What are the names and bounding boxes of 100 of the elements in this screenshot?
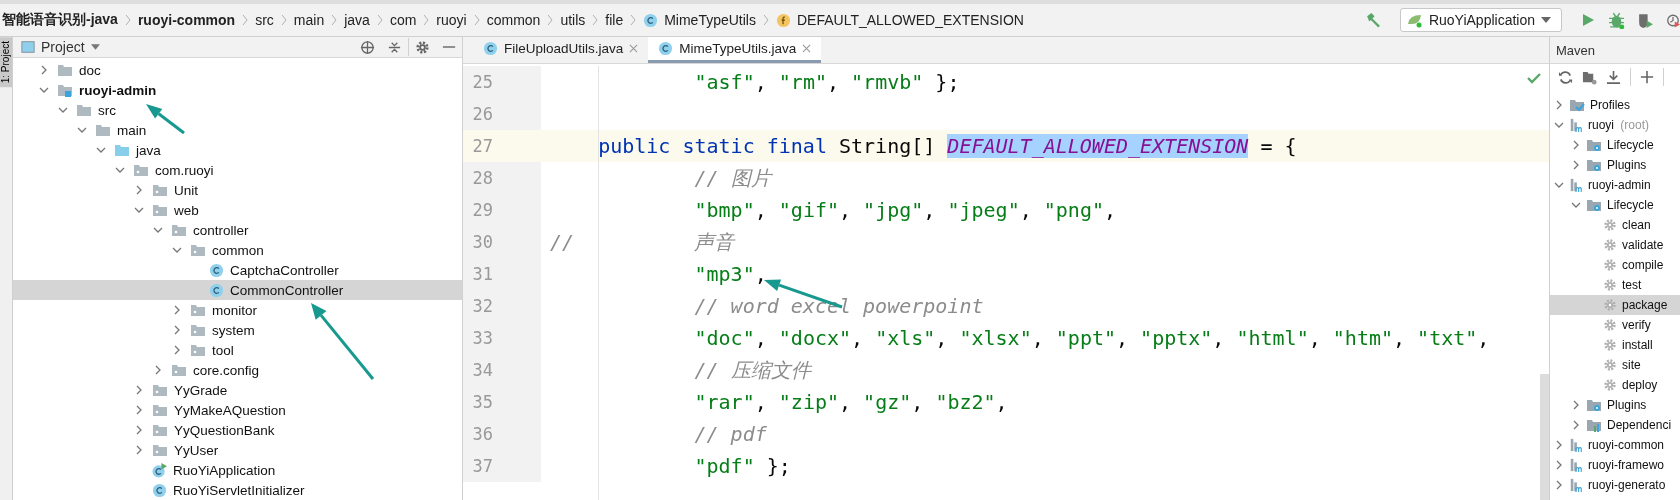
tree-item[interactable]: test [1550, 275, 1680, 295]
chevron-icon[interactable] [134, 185, 144, 195]
tree-item[interactable]: monitor [13, 300, 462, 320]
folder-icon[interactable] [1582, 69, 1597, 85]
chevron-icon[interactable] [172, 305, 182, 315]
chevron-icon[interactable] [1554, 120, 1564, 130]
bug-icon[interactable] [1608, 11, 1625, 29]
caret-icon[interactable] [90, 44, 100, 50]
tree-item[interactable]: YyUser [13, 440, 462, 460]
tree-item[interactable]: ruoyi-common [1550, 435, 1680, 455]
chevron-icon[interactable] [153, 365, 163, 375]
tree-item[interactable]: YyGrade [13, 380, 462, 400]
tree-item[interactable]: web [13, 200, 462, 220]
tree-item[interactable]: Lifecycle [1550, 135, 1680, 155]
chevron-icon[interactable] [134, 385, 144, 395]
tree-item[interactable]: Profiles [1550, 95, 1680, 115]
tree-item[interactable]: ruoyi (root) [1550, 115, 1680, 135]
tree-item[interactable]: package [1550, 295, 1680, 315]
tree-item[interactable]: validate [1550, 235, 1680, 255]
chevron-icon[interactable] [1571, 420, 1581, 430]
tree-item[interactable]: ruoyi-framewo [1550, 455, 1680, 475]
scrollbar-thumb[interactable] [1540, 374, 1549, 500]
tree-item[interactable]: Plugins [1550, 155, 1680, 175]
tree-item[interactable]: main [13, 120, 462, 140]
tree-item[interactable]: deploy [1550, 375, 1680, 395]
tree-item[interactable]: RuoYiServletInitializer [13, 480, 462, 500]
tree-item[interactable]: java [13, 140, 462, 160]
tree-item[interactable]: Unit [13, 180, 462, 200]
plus-icon[interactable] [1640, 70, 1654, 84]
chevron-icon[interactable] [134, 205, 144, 215]
chevron-icon[interactable] [39, 85, 49, 95]
breadcrumb-item[interactable]: utils [560, 12, 586, 28]
breadcrumb-item[interactable]: java [344, 12, 370, 28]
tree-item[interactable]: common [13, 240, 462, 260]
chevron-icon[interactable] [1554, 460, 1564, 470]
tree-item[interactable]: ruoyi-admin [1550, 175, 1680, 195]
tree-item[interactable]: clean [1550, 215, 1680, 235]
breadcrumb-item[interactable]: com [389, 12, 417, 28]
tree-item[interactable]: system [13, 320, 462, 340]
tree-item[interactable]: install [1550, 335, 1680, 355]
tree-item[interactable]: RuoYiApplication [13, 460, 462, 480]
chevron-icon[interactable] [58, 105, 68, 115]
chevron-icon[interactable] [115, 165, 125, 175]
chevron-icon[interactable] [153, 225, 163, 235]
tree-item[interactable]: YyQuestionBank [13, 420, 462, 440]
breadcrumb-item[interactable]: file [605, 12, 624, 28]
chevron-icon[interactable] [172, 325, 182, 335]
chevron-icon[interactable] [1554, 180, 1564, 190]
close-icon[interactable] [802, 44, 812, 53]
breadcrumb-item[interactable]: DEFAULT_ALLOWED_EXTENSION [776, 12, 1024, 28]
tree-item[interactable]: Dependenci [1550, 415, 1680, 435]
tree-item[interactable]: verify [1550, 315, 1680, 335]
close-icon[interactable] [629, 44, 639, 53]
chevron-icon[interactable] [1571, 400, 1581, 410]
chevron-icon[interactable] [172, 245, 182, 255]
crosshair-icon[interactable] [360, 39, 375, 55]
tree-item[interactable]: ruoyi-admin [13, 80, 462, 100]
chevron-icon[interactable] [1571, 140, 1581, 150]
chevron-icon[interactable] [1554, 440, 1564, 450]
hammer-icon[interactable] [1364, 11, 1382, 29]
breadcrumb-item[interactable]: ruoyi [436, 12, 467, 28]
shield-play-icon[interactable] [1637, 11, 1654, 29]
chevron-icon[interactable] [1571, 160, 1581, 170]
editor-tab[interactable]: MimeTypeUtils.java [648, 37, 822, 63]
tree-item[interactable]: tool [13, 340, 462, 360]
tree-item[interactable]: site [1550, 355, 1680, 375]
tree-item[interactable]: YyMakeAQuestion [13, 400, 462, 420]
chevron-icon[interactable] [96, 145, 106, 155]
download-icon[interactable] [1606, 69, 1621, 85]
chevron-icon[interactable] [1554, 100, 1564, 110]
chevron-icon[interactable] [77, 125, 87, 135]
tree-item[interactable]: Plugins [1550, 395, 1680, 415]
chevron-icon[interactable] [134, 405, 144, 415]
breadcrumb-item[interactable]: main [293, 12, 325, 28]
tree-item[interactable]: core.config [13, 360, 462, 380]
settings-icon[interactable] [415, 39, 430, 55]
tree-item[interactable]: CaptchaController [13, 260, 462, 280]
chevron-icon[interactable] [39, 65, 49, 75]
tree-item[interactable]: Lifecycle [1550, 195, 1680, 215]
chevron-icon[interactable] [134, 425, 144, 435]
tree-item[interactable]: controller [13, 220, 462, 240]
chevron-icon[interactable] [134, 445, 144, 455]
breadcrumb-item[interactable]: src [255, 12, 274, 28]
editor-tab[interactable]: FileUploadUtils.java [473, 37, 649, 63]
breadcrumb-item[interactable]: ruoyi-common [137, 12, 236, 28]
breadcrumb-item[interactable]: MimeTypeUtils [643, 12, 756, 28]
tool-window-tab[interactable]: 1: Project [0, 37, 12, 88]
tree-item[interactable]: ruoyi-generato [1550, 475, 1680, 495]
tree-item[interactable]: com.ruoyi [13, 160, 462, 180]
breadcrumb-item[interactable]: 智能语音识别-java [2, 11, 118, 29]
breadcrumb-item[interactable]: common [486, 12, 541, 28]
chevron-icon[interactable] [1554, 480, 1564, 490]
tree-item[interactable]: doc [13, 60, 462, 80]
play-icon[interactable] [1580, 12, 1596, 28]
chevron-icon[interactable] [1571, 200, 1581, 210]
chevron-icon[interactable] [172, 345, 182, 355]
tree-item[interactable]: CommonController [13, 280, 462, 300]
refresh-icon[interactable] [1558, 69, 1573, 85]
tree-item[interactable]: src [13, 100, 462, 120]
run-configuration-dropdown[interactable]: RuoYiApplication [1399, 8, 1562, 32]
